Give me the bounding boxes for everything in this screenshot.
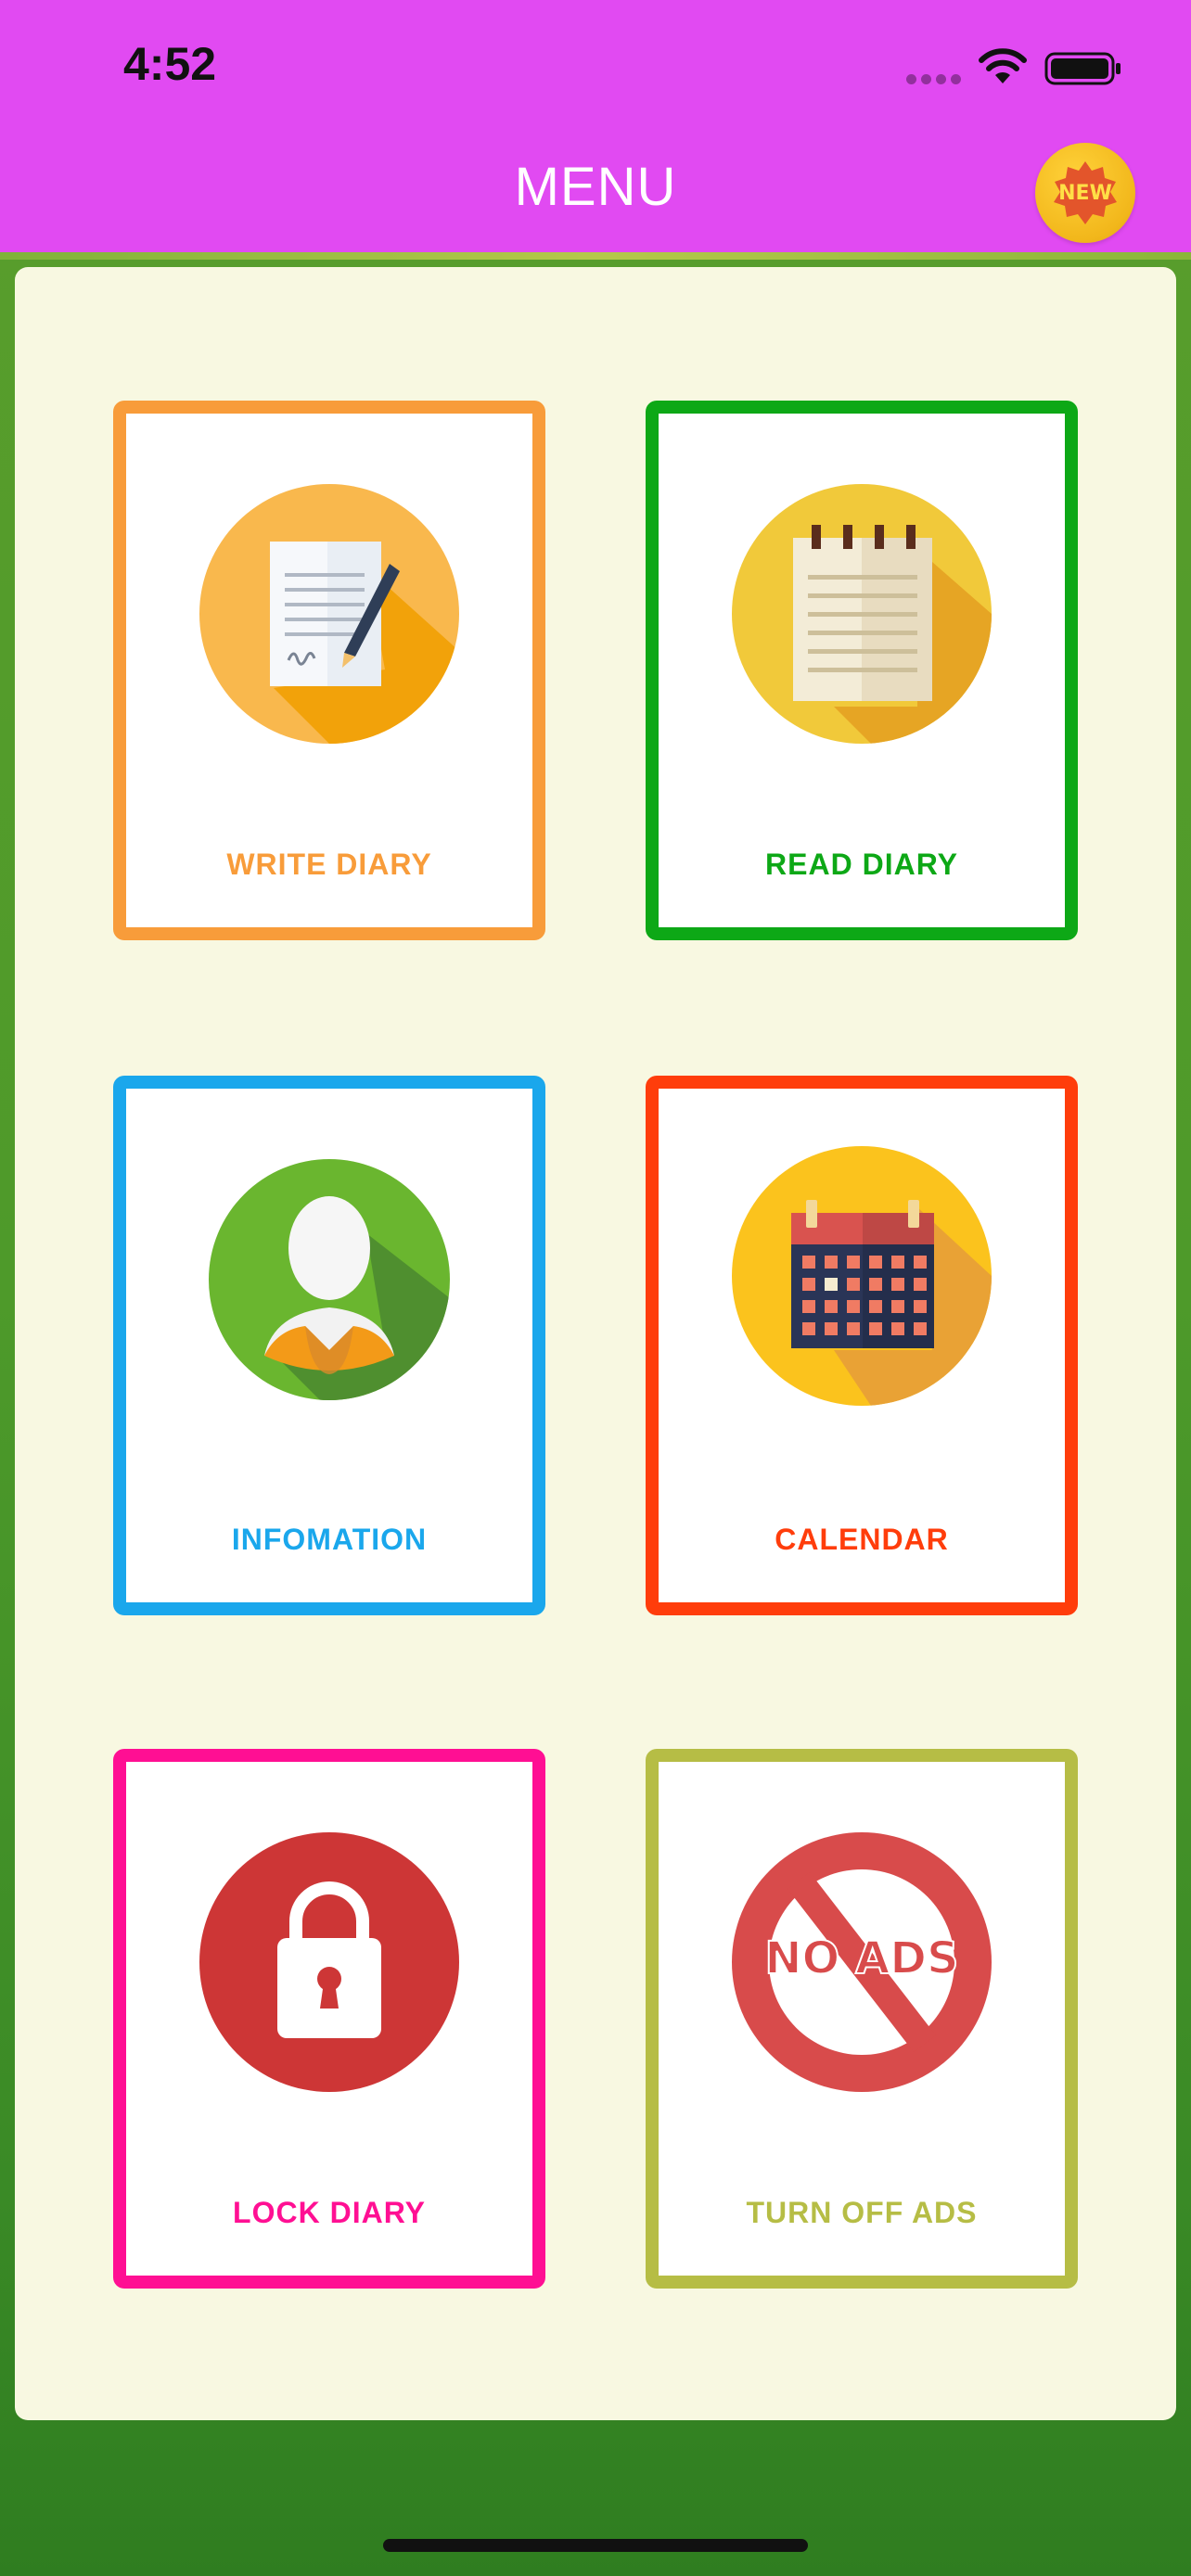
user-avatar-icon [209, 1159, 450, 1400]
wifi-icon [979, 48, 1027, 83]
information-label: INFOMATION [231, 1523, 428, 1556]
lock-diary-label: LOCK DIARY [233, 2196, 426, 2229]
read-diary-label: READ DIARY [765, 848, 958, 881]
new-badge-button[interactable]: NEW [1035, 143, 1135, 243]
new-badge-label: NEW [1058, 181, 1112, 205]
turn-off-ads-label: TURN OFF ADS [746, 2196, 978, 2229]
calendar-label: CALENDAR [775, 1523, 949, 1556]
write-diary-icon [199, 484, 459, 744]
no-ads-text: NO ADS [764, 1932, 958, 1984]
notepad-icon [732, 484, 992, 744]
write-diary-card[interactable]: WRITE DIARY [113, 401, 545, 940]
status-time: 4:52 [123, 38, 217, 90]
read-diary-card[interactable]: READ DIARY [646, 401, 1078, 940]
header-divider [0, 252, 1191, 260]
turn-off-ads-card[interactable]: NO ADS TURN OFF ADS [646, 1749, 1078, 2289]
menu-panel: WRITE DIARY READ DIARY INFOMATION CALEND… [15, 267, 1176, 2420]
page-title: MENU [514, 157, 677, 217]
no-ads-icon: NO ADS [732, 1832, 992, 2092]
calendar-icon [732, 1146, 992, 1406]
home-indicator[interactable] [383, 2539, 808, 2552]
battery-icon [1044, 52, 1121, 85]
lock-icon [199, 1832, 459, 2092]
signal-icon [906, 74, 964, 85]
write-diary-label: WRITE DIARY [226, 848, 432, 881]
calendar-card[interactable]: CALENDAR [646, 1076, 1078, 1615]
information-card[interactable]: INFOMATION [113, 1076, 545, 1615]
lock-diary-card[interactable]: LOCK DIARY [113, 1749, 545, 2289]
